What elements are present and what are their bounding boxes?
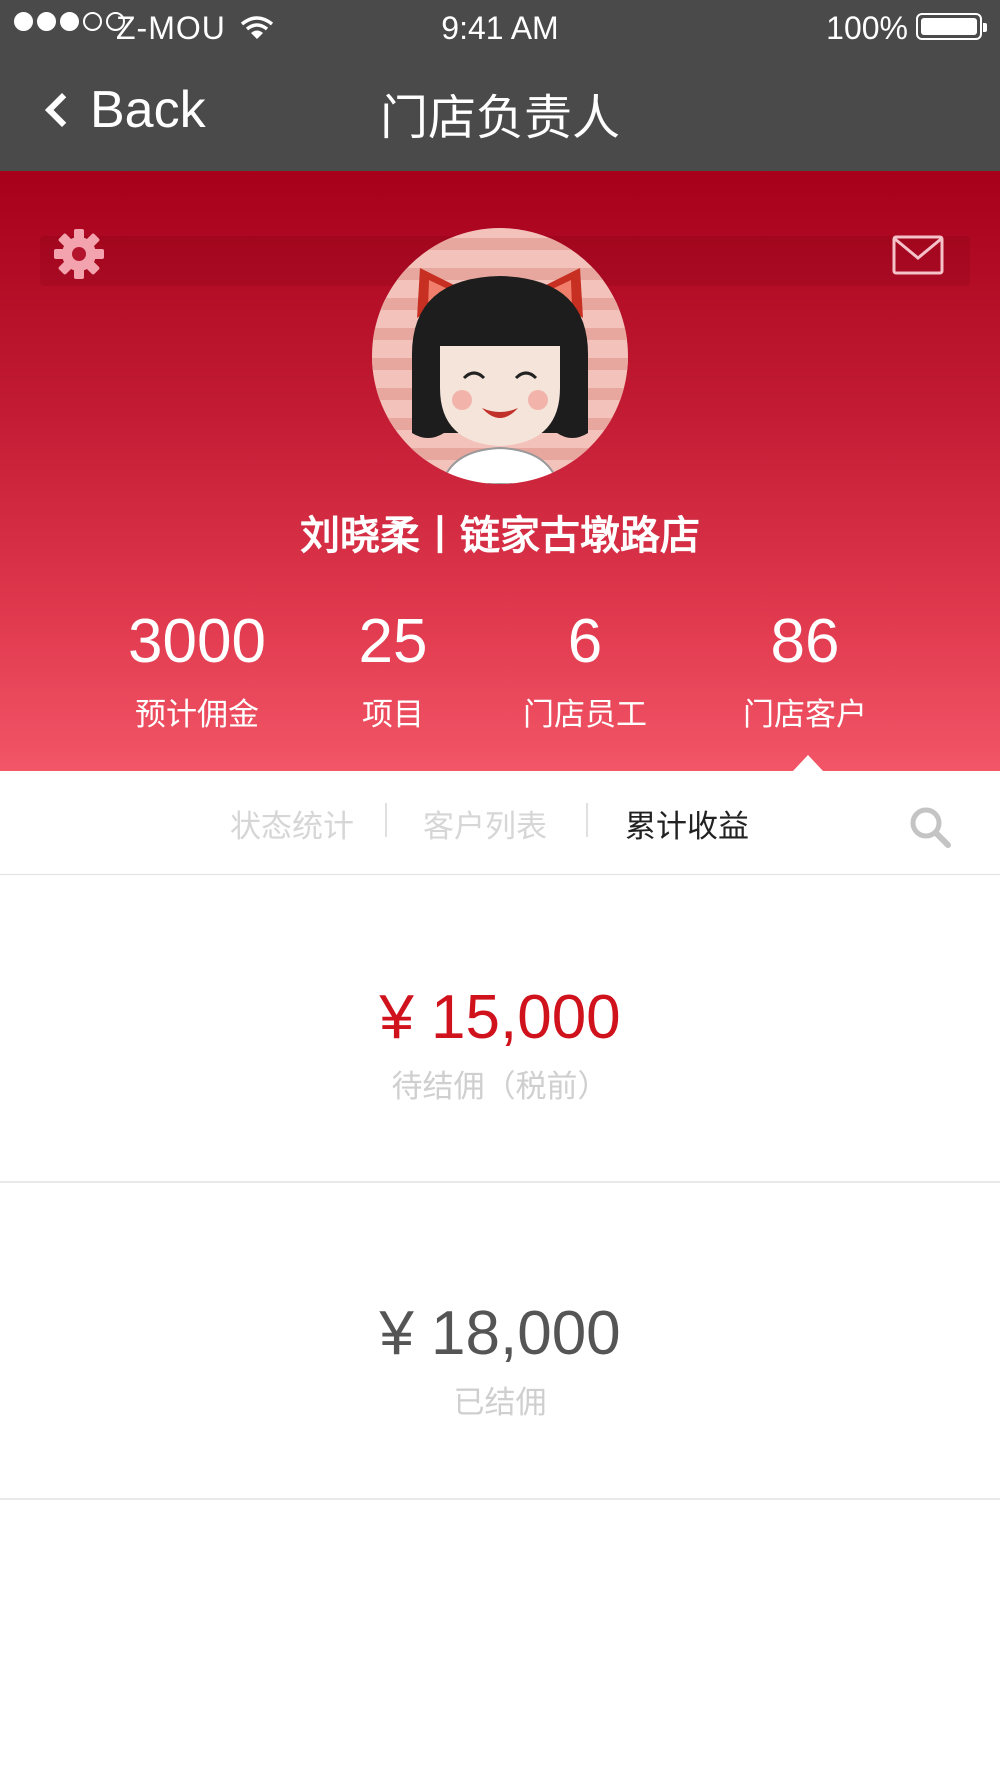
navigation-bar: Back 门店负责人 xyxy=(0,56,1000,171)
stat-label: 门店员工 xyxy=(523,697,647,733)
tab-divider xyxy=(586,803,588,837)
battery-icon xyxy=(916,13,987,40)
settled-commission-amount: ¥ 18,000 xyxy=(379,1299,621,1368)
top-bar: Z-MOU 9:41 AM 100% Back 门店负责人 xyxy=(0,0,1000,171)
profile-header: 刘晓柔丨链家古墩路店 3000 预计佣金 25 项目 6 门店员工 86 门店客… xyxy=(0,171,1000,771)
battery-percent: 100% xyxy=(826,10,908,46)
agent-name-store: 刘晓柔丨链家古墩路店 xyxy=(300,513,700,559)
stat-value: 86 xyxy=(770,607,840,676)
tab-status-stats[interactable]: 状态统计 xyxy=(230,801,354,846)
selected-stat-pointer xyxy=(793,755,823,771)
search-icon[interactable] xyxy=(908,805,952,849)
stat-customers[interactable]: 86 门店客户 xyxy=(705,611,905,734)
stat-label: 预计佣金 xyxy=(135,697,259,733)
mail-icon[interactable] xyxy=(892,235,944,275)
stat-value: 25 xyxy=(358,607,428,676)
stat-value: 6 xyxy=(567,607,603,676)
stat-projects[interactable]: 25 项目 xyxy=(293,611,493,734)
stat-commission[interactable]: 3000 预计佣金 xyxy=(97,611,297,734)
settled-commission-label: 已结佣 xyxy=(453,1385,547,1421)
stat-label: 项目 xyxy=(362,697,424,733)
status-bar: Z-MOU 9:41 AM 100% xyxy=(0,0,1000,56)
stat-value: 3000 xyxy=(128,607,266,676)
tab-bar: 状态统计 客户列表 累计收益 xyxy=(0,771,1000,875)
avatar[interactable] xyxy=(372,228,628,484)
gear-icon[interactable] xyxy=(52,227,106,281)
stat-label: 门店客户 xyxy=(743,697,867,733)
pending-commission-section: ¥ 15,000 待结佣（税前） xyxy=(0,876,1000,1183)
tab-customer-list[interactable]: 客户列表 xyxy=(423,801,547,846)
pending-commission-label: 待结佣（税前） xyxy=(391,1069,609,1105)
page-title: 门店负责人 xyxy=(379,90,620,146)
tab-divider xyxy=(385,803,387,837)
settled-commission-section: ¥ 18,000 已结佣 xyxy=(0,1183,1000,1500)
tab-total-earnings[interactable]: 累计收益 xyxy=(625,801,749,846)
pending-commission-amount: ¥ 15,000 xyxy=(379,983,621,1052)
stat-staff[interactable]: 6 门店员工 xyxy=(485,611,685,734)
